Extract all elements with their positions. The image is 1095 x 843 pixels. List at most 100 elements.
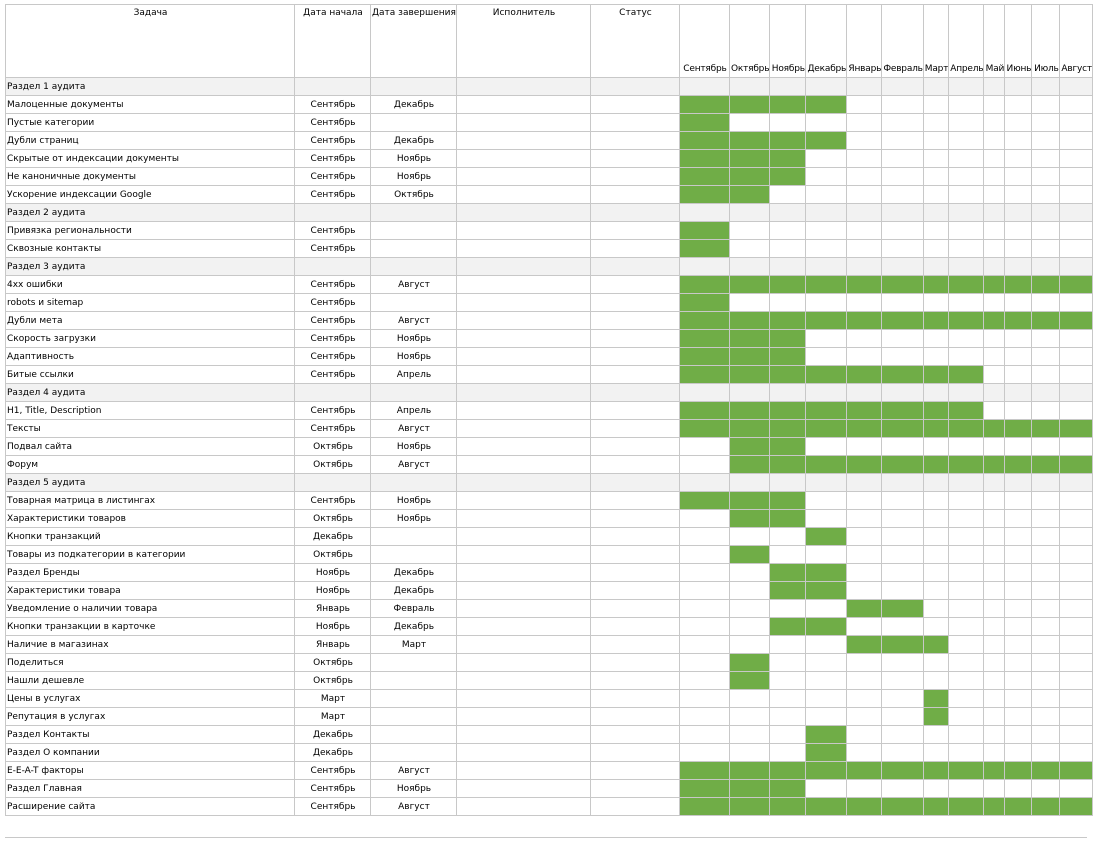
task-name-cell[interactable]: Раздел Бренды (5, 563, 295, 582)
gantt-bar-cell[interactable] (678, 401, 730, 420)
month-cell[interactable] (678, 743, 730, 762)
gantt-bar-cell[interactable] (769, 365, 807, 384)
month-cell[interactable] (728, 239, 771, 258)
assignee-cell[interactable] (455, 167, 591, 186)
month-cell[interactable] (922, 779, 950, 798)
month-cell[interactable] (1059, 167, 1093, 186)
gantt-bar-cell[interactable] (728, 401, 771, 420)
status-cell[interactable] (589, 419, 680, 438)
month-cell[interactable] (769, 635, 807, 654)
end-date-cell[interactable] (370, 743, 457, 762)
month-cell[interactable] (983, 599, 1006, 618)
header-start-date[interactable]: Дата начала (294, 4, 371, 78)
gantt-bar-cell[interactable] (1059, 275, 1093, 294)
month-cell[interactable] (846, 581, 883, 600)
task-name-cell[interactable]: Кнопки транзакции в карточке (5, 617, 295, 636)
month-cell[interactable] (1059, 239, 1093, 258)
month-cell[interactable] (948, 437, 985, 456)
month-cell[interactable] (805, 221, 848, 240)
start-date-cell[interactable]: Октябрь (294, 545, 371, 564)
gantt-bar-cell[interactable] (948, 311, 985, 330)
month-cell[interactable] (983, 527, 1006, 546)
month-cell[interactable] (805, 185, 848, 204)
month-cell[interactable] (948, 185, 985, 204)
gantt-bar-cell[interactable] (678, 311, 730, 330)
month-cell[interactable] (728, 743, 771, 762)
month-cell[interactable] (1004, 599, 1033, 618)
month-cell[interactable] (922, 329, 950, 348)
gantt-bar-cell[interactable] (769, 455, 807, 474)
status-cell[interactable] (589, 797, 680, 816)
month-cell[interactable] (983, 167, 1006, 186)
month-cell[interactable] (1031, 221, 1061, 240)
month-cell[interactable] (948, 149, 985, 168)
month-cell[interactable] (948, 113, 985, 132)
month-cell[interactable] (983, 185, 1006, 204)
end-date-cell[interactable]: Декабрь (370, 563, 457, 582)
end-date-cell[interactable]: Август (370, 275, 457, 294)
start-date-cell[interactable]: Октябрь (294, 671, 371, 690)
gantt-bar-cell[interactable] (728, 509, 771, 528)
month-cell[interactable] (1004, 437, 1033, 456)
month-cell[interactable] (1031, 347, 1061, 366)
gantt-bar-cell[interactable] (1031, 797, 1061, 816)
month-cell[interactable] (948, 347, 985, 366)
gantt-bar-cell[interactable] (948, 419, 985, 438)
end-date-cell[interactable] (370, 239, 457, 258)
status-cell[interactable] (589, 221, 680, 240)
task-name-cell[interactable]: Не каноничные документы (5, 167, 295, 186)
gantt-bar-cell[interactable] (846, 761, 883, 780)
month-cell[interactable] (1004, 77, 1033, 96)
month-cell[interactable] (1031, 527, 1061, 546)
task-name-cell[interactable]: E-E-A-T факторы (5, 761, 295, 780)
header-month[interactable]: Февраль (881, 4, 924, 78)
month-cell[interactable] (846, 491, 883, 510)
end-date-cell[interactable]: Апрель (370, 365, 457, 384)
gantt-bar-cell[interactable] (728, 275, 771, 294)
month-cell[interactable] (881, 509, 924, 528)
start-date-cell[interactable]: Ноябрь (294, 563, 371, 582)
month-cell[interactable] (1004, 473, 1033, 492)
month-cell[interactable] (805, 77, 848, 96)
task-name-cell[interactable]: Раздел Контакты (5, 725, 295, 744)
section-title-cell[interactable]: Раздел 5 аудита (5, 473, 295, 492)
status-cell[interactable] (589, 113, 680, 132)
month-cell[interactable] (1059, 95, 1093, 114)
end-date-cell[interactable] (370, 257, 457, 276)
month-cell[interactable] (1059, 185, 1093, 204)
end-date-cell[interactable]: Декабрь (370, 95, 457, 114)
status-cell[interactable] (589, 617, 680, 636)
task-name-cell[interactable]: Кнопки транзакций (5, 527, 295, 546)
month-cell[interactable] (846, 617, 883, 636)
gantt-bar-cell[interactable] (1031, 419, 1061, 438)
month-cell[interactable] (983, 545, 1006, 564)
end-date-cell[interactable] (370, 689, 457, 708)
month-cell[interactable] (846, 563, 883, 582)
gantt-bar-cell[interactable] (881, 311, 924, 330)
month-cell[interactable] (881, 491, 924, 510)
gantt-bar-cell[interactable] (1031, 275, 1061, 294)
month-cell[interactable] (983, 563, 1006, 582)
task-name-cell[interactable]: Битые ссылки (5, 365, 295, 384)
month-cell[interactable] (1031, 149, 1061, 168)
month-cell[interactable] (1059, 401, 1093, 420)
month-cell[interactable] (1031, 131, 1061, 150)
month-cell[interactable] (881, 545, 924, 564)
month-cell[interactable] (1031, 383, 1061, 402)
gantt-bar-cell[interactable] (728, 329, 771, 348)
month-cell[interactable] (881, 689, 924, 708)
gantt-bar-cell[interactable] (805, 527, 848, 546)
gantt-bar-cell[interactable] (728, 761, 771, 780)
status-cell[interactable] (589, 635, 680, 654)
task-name-cell[interactable]: Форум (5, 455, 295, 474)
end-date-cell[interactable] (370, 473, 457, 492)
month-cell[interactable] (948, 581, 985, 600)
task-name-cell[interactable]: Наличие в магазинах (5, 635, 295, 654)
gantt-bar-cell[interactable] (769, 131, 807, 150)
status-cell[interactable] (589, 707, 680, 726)
month-cell[interactable] (1031, 167, 1061, 186)
month-cell[interactable] (983, 77, 1006, 96)
gantt-bar-cell[interactable] (881, 761, 924, 780)
gantt-bar-cell[interactable] (769, 563, 807, 582)
start-date-cell[interactable]: Январь (294, 635, 371, 654)
